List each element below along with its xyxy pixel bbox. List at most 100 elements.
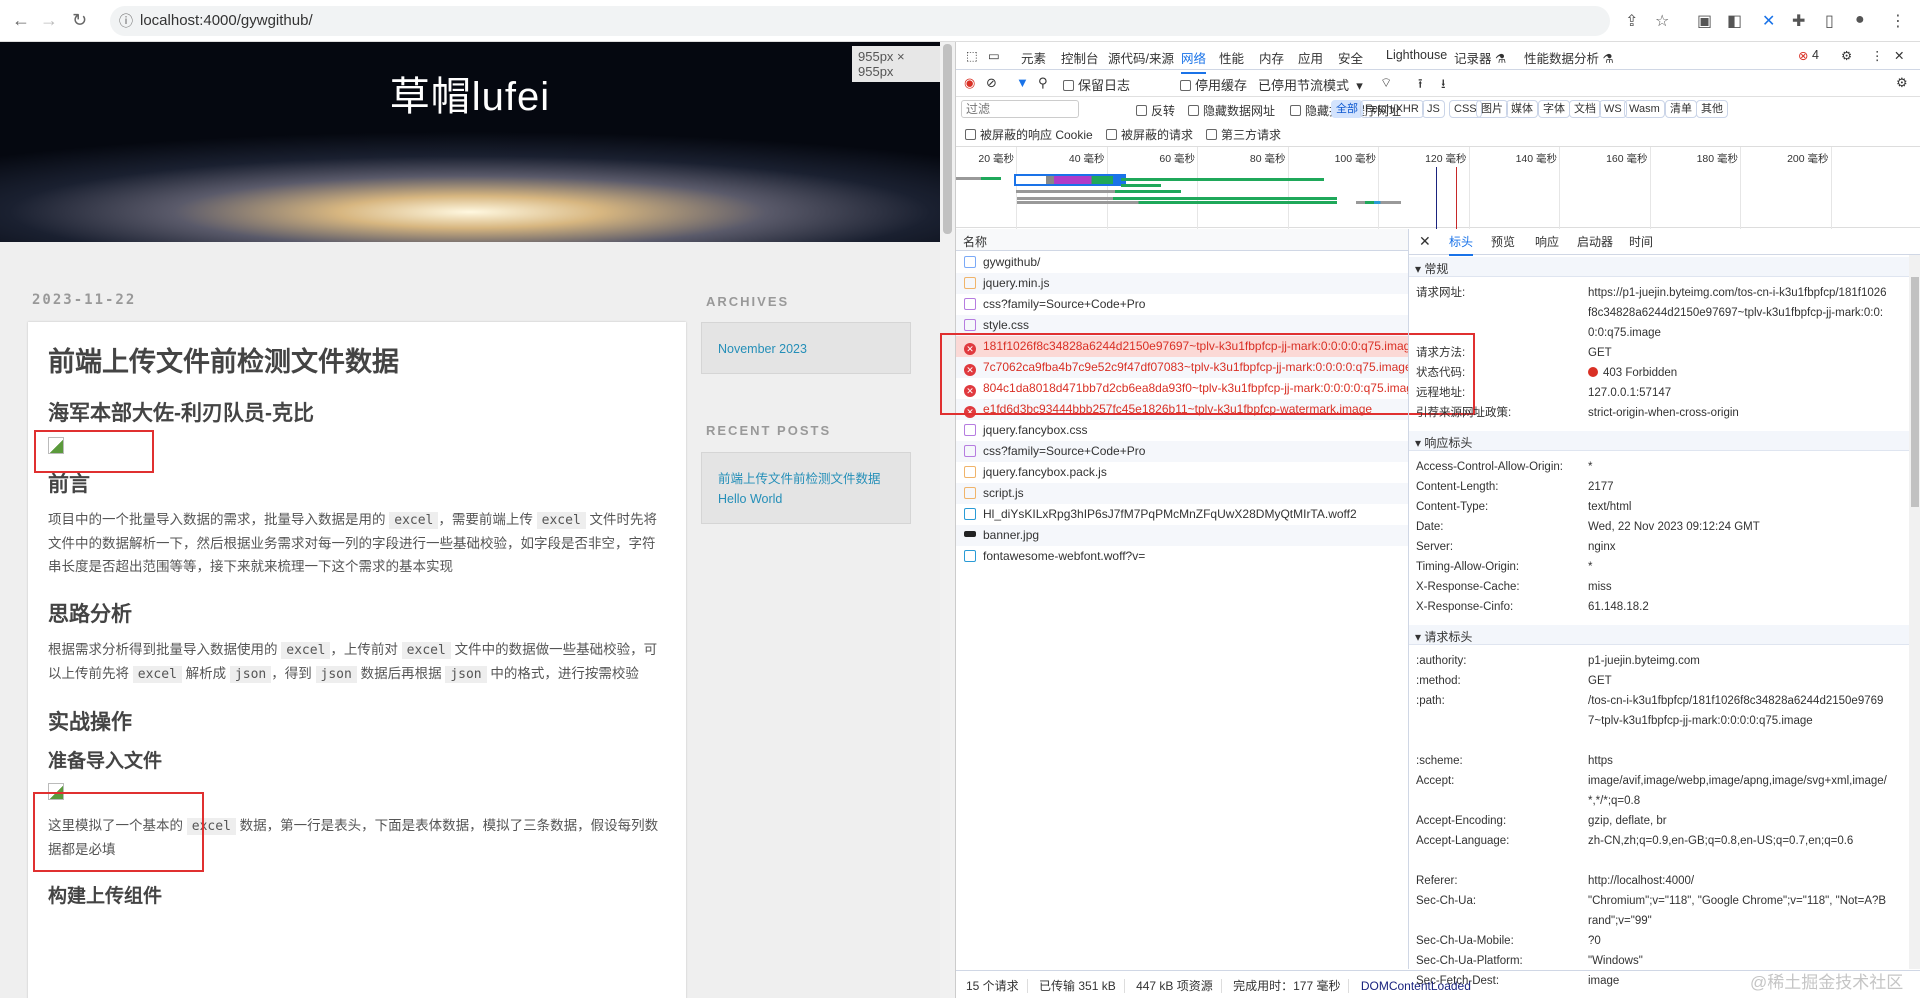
request-row[interactable]: jquery.fancybox.css — [956, 420, 1408, 441]
share-icon[interactable]: ⇪ — [1625, 11, 1638, 31]
puzzle-icon[interactable]: ✚ — [1792, 11, 1805, 31]
paragraph-text: ，上传前对 — [330, 642, 402, 657]
tab-6[interactable]: 应用 — [1298, 48, 1323, 67]
details-tab-2[interactable]: 响应 — [1535, 233, 1559, 250]
filter-checkbox-row: 被屏蔽的响应 Cookie 被屏蔽的请求 第三方请求 — [956, 122, 1920, 144]
menu-icon[interactable]: ⋮ — [1890, 11, 1906, 31]
more-options-icon[interactable]: ⋮ — [1871, 48, 1884, 63]
close-details-icon[interactable]: ✕ — [1419, 233, 1431, 250]
record-stop-icon[interactable]: ◉ — [964, 75, 975, 91]
export-har-icon[interactable]: ⭳ — [1441, 75, 1446, 97]
request-row[interactable]: fontawesome-webfont.woff?v= — [956, 546, 1408, 567]
post-title[interactable]: 前端上传文件前检测文件数据 — [48, 340, 666, 379]
site-title[interactable]: 草帽lufei — [0, 64, 940, 122]
filter-icon[interactable]: ▼ — [1016, 75, 1029, 90]
address-bar[interactable]: ⓘ localhost:4000/gywgithub/ — [110, 6, 1610, 36]
details-tab-0[interactable]: 标头 — [1449, 233, 1474, 256]
response-headers-section[interactable]: ▾ 响应标头 — [1409, 431, 1909, 451]
tab-9[interactable]: 记录器 ⚗ — [1454, 48, 1506, 67]
request-name: gywgithub/ — [983, 255, 1041, 269]
tab-7[interactable]: 安全 — [1338, 48, 1363, 67]
request-row[interactable]: jquery.fancybox.pack.js — [956, 462, 1408, 483]
timeline-tick-label: 40 毫秒 — [1068, 153, 1105, 165]
throttling-select[interactable]: 已停用节流模式 ▾ — [1258, 75, 1363, 94]
tab-4[interactable]: 性能 — [1219, 48, 1244, 67]
invert-checkbox[interactable]: 反转 — [1136, 102, 1175, 119]
error-count[interactable]: 4 — [1812, 48, 1819, 62]
recent-post-link[interactable]: 前端上传文件前检测文件数据 — [718, 469, 894, 489]
filter-row: 反转 隐藏数据网址 隐藏扩展程序网址 全部Fetch/XHRJSCSS图片媒体字… — [956, 97, 1920, 122]
filter-type-7[interactable]: 文档 — [1569, 100, 1601, 118]
column-header-name[interactable]: 名称 — [956, 229, 1408, 251]
header-value: Wed, 22 Nov 2023 09:12:24 GMT — [1588, 517, 1888, 537]
error-count-icon[interactable]: ⊗ — [1798, 48, 1808, 63]
filter-type-9[interactable]: Wasm — [1624, 100, 1665, 118]
tab-8[interactable]: Lighthouse — [1386, 48, 1447, 62]
tab-2[interactable]: 源代码/来源 — [1108, 48, 1174, 67]
request-row[interactable]: gywgithub/ — [956, 252, 1408, 273]
timeline-tick-label: 160 毫秒 — [1606, 153, 1648, 165]
disable-cache-checkbox[interactable]: 停用缓存 — [1180, 75, 1247, 94]
network-conditions-icon[interactable]: ⌔ — [1380, 75, 1392, 91]
filter-type-10[interactable]: 清单 — [1665, 100, 1697, 118]
request-row[interactable]: css?family=Source+Code+Pro — [956, 294, 1408, 315]
network-settings-icon[interactable]: ⚙ — [1896, 75, 1908, 91]
details-tab-4[interactable]: 时间 — [1629, 233, 1653, 250]
request-row[interactable]: script.js — [956, 483, 1408, 504]
filter-type-1[interactable]: Fetch/XHR — [1360, 100, 1424, 118]
filter-type-5[interactable]: 媒体 — [1506, 100, 1538, 118]
blocked-cookies-checkbox[interactable]: 被屏蔽的响应 Cookie — [965, 126, 1093, 143]
site-info-icon[interactable]: ⓘ — [119, 6, 133, 36]
network-overview-timeline[interactable]: 20 毫秒 40 毫秒 60 毫秒 80 毫秒 100 毫秒 120 毫秒 140 毫秒 16… — [956, 146, 1920, 229]
timeline-tick-label: 200 毫秒 — [1787, 153, 1829, 165]
request-row[interactable]: banner.jpg — [956, 525, 1408, 546]
resources-size: 447 kB 项资源 — [1136, 979, 1222, 993]
import-har-icon[interactable]: ⭱ — [1418, 75, 1423, 97]
request-row[interactable]: Hl_diYsKILxRpg3hIP6sJ7fM7PqPMcMnZFqUwX28… — [956, 504, 1408, 525]
profile-avatar-icon[interactable]: ● — [1855, 11, 1865, 29]
stylesheet-icon — [964, 319, 976, 331]
details-tab-3[interactable]: 启动器 — [1577, 233, 1613, 250]
page-scrollbar[interactable] — [940, 42, 955, 998]
inspect-element-icon[interactable]: ⬚ — [966, 48, 978, 63]
forward-icon[interactable]: → — [40, 10, 58, 31]
filter-type-8[interactable]: WS — [1599, 100, 1627, 118]
request-row[interactable]: css?family=Source+Code+Pro — [956, 441, 1408, 462]
reload-icon[interactable]: ↻ — [72, 10, 87, 31]
preserve-log-checkbox[interactable]: 保留日志 — [1063, 75, 1130, 94]
filter-type-2[interactable]: JS — [1422, 100, 1445, 118]
device-toolbar-icon[interactable]: ▭ — [988, 48, 1000, 63]
header-value-text: "Chromium";v="118", "Google Chrome";v="1… — [1588, 895, 1887, 927]
request-headers-section[interactable]: ▾ 请求标头 — [1409, 625, 1909, 645]
extension-icon[interactable]: ◧ — [1727, 11, 1742, 31]
general-section[interactable]: ▾ 常规 — [1409, 257, 1909, 277]
sidepanel-icon[interactable]: ▯ — [1825, 11, 1834, 31]
tab-10[interactable]: 性能数据分析 ⚗ — [1524, 48, 1614, 67]
tab-1[interactable]: 控制台 — [1061, 48, 1099, 67]
post-date[interactable]: 2023-11-22 — [32, 292, 136, 308]
close-devtools-icon[interactable]: ✕ — [1894, 48, 1904, 63]
request-row[interactable]: jquery.min.js — [956, 273, 1408, 294]
filter-type-4[interactable]: 图片 — [1476, 100, 1508, 118]
document-icon — [964, 256, 976, 268]
extension-icon[interactable]: ▣ — [1697, 11, 1712, 31]
filter-input[interactable] — [961, 100, 1079, 118]
details-scrollbar[interactable] — [1909, 255, 1920, 969]
third-party-checkbox[interactable]: 第三方请求 — [1206, 126, 1281, 143]
hide-data-urls-checkbox[interactable]: 隐藏数据网址 — [1188, 102, 1275, 119]
bookmark-star-icon[interactable]: ☆ — [1655, 11, 1669, 31]
filter-type-0[interactable]: 全部 — [1331, 100, 1363, 118]
filter-type-11[interactable]: 其他 — [1696, 100, 1728, 118]
recent-post-link[interactable]: Hello World — [718, 489, 894, 509]
blocked-requests-checkbox[interactable]: 被屏蔽的请求 — [1106, 126, 1193, 143]
filter-type-6[interactable]: 字体 — [1538, 100, 1570, 118]
archive-link[interactable]: November 2023 — [718, 339, 894, 359]
tab-5[interactable]: 内存 — [1259, 48, 1284, 67]
search-icon[interactable]: ⚲ — [1038, 75, 1048, 91]
details-tab-1[interactable]: 预览 — [1491, 233, 1515, 250]
tab-0[interactable]: 元素 — [1021, 48, 1046, 67]
extension-icon[interactable]: ✕ — [1762, 11, 1775, 31]
clear-icon[interactable]: ⊘ — [986, 75, 997, 91]
back-icon[interactable]: ← — [12, 10, 30, 31]
settings-gear-icon[interactable]: ⚙ — [1841, 48, 1852, 63]
